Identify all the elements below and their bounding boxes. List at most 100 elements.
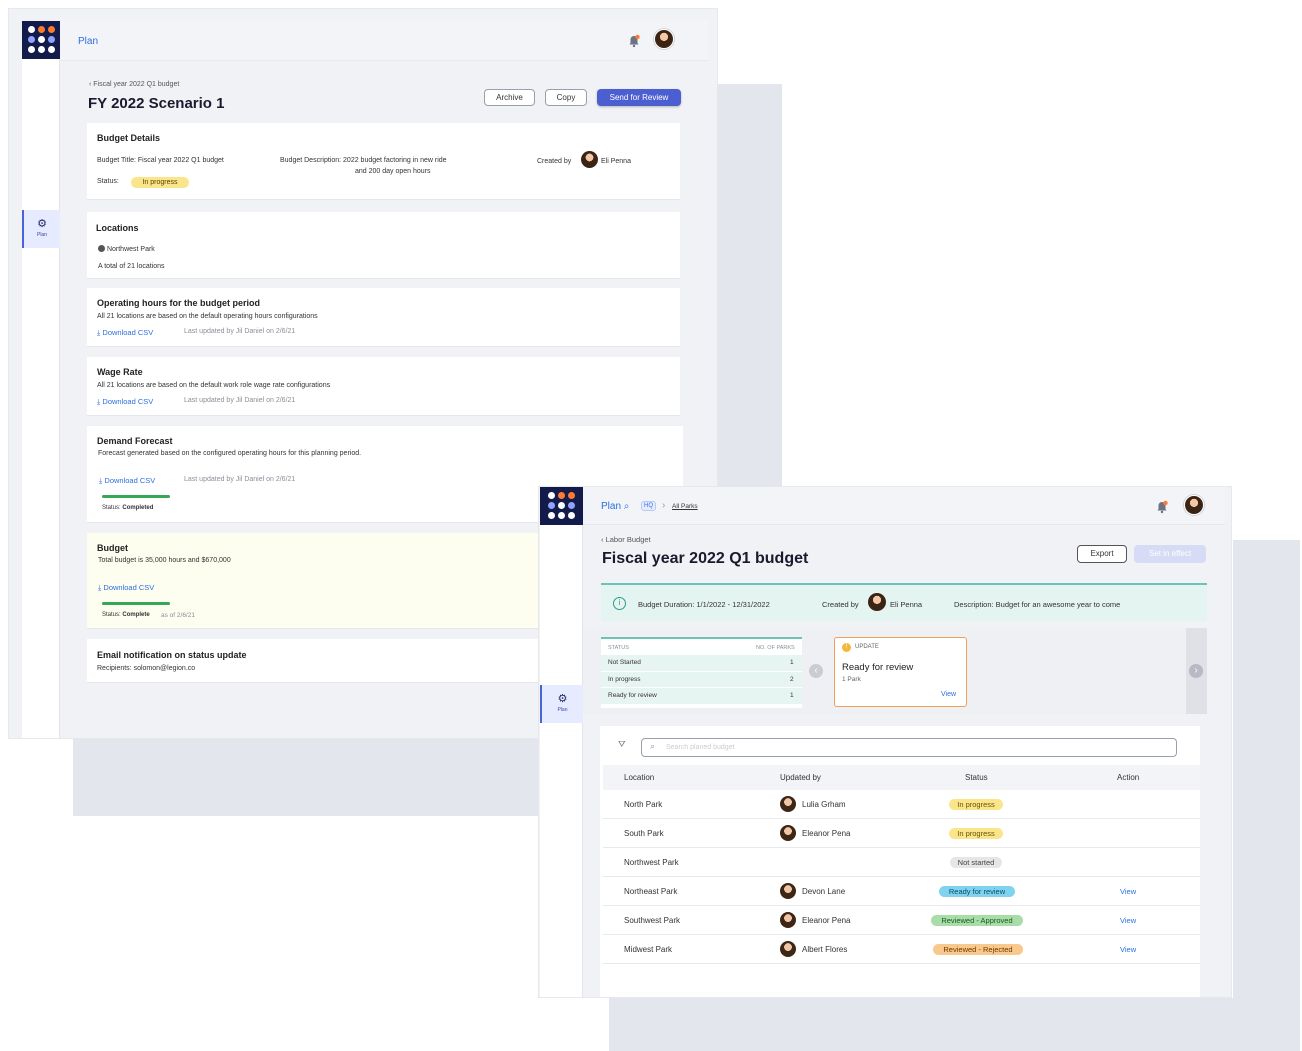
- col-action: Action: [1117, 773, 1140, 782]
- filter-icon[interactable]: ⛛: [618, 739, 626, 750]
- status-row: In progress 2: [601, 671, 802, 687]
- progress-bar: [102, 602, 170, 605]
- copy-button[interactable]: Copy: [545, 89, 587, 106]
- nav-plan-link[interactable]: Plan ⌕: [601, 501, 629, 512]
- labor-budget-window: Plan ⌕ HQ › All Parks ⚙ Plan ‹ Labor Bud…: [538, 486, 1232, 998]
- table-row[interactable]: Northeast Park Devon Lane Ready for revi…: [603, 877, 1200, 906]
- user-avatar[interactable]: [1184, 495, 1204, 515]
- update-card[interactable]: ! UPDATE Ready for review 1 Park View: [834, 637, 967, 707]
- send-for-review-button[interactable]: Send for Review: [597, 89, 681, 106]
- status-badge: Reviewed - Approved: [931, 915, 1023, 926]
- export-button[interactable]: Export: [1077, 545, 1127, 563]
- chevron-right-icon: ›: [662, 500, 666, 511]
- budget-description: Description: Budget for an awesome year …: [954, 600, 1121, 609]
- status-badge: Reviewed - Rejected: [933, 944, 1023, 955]
- updated-by-cell: Eleanor Pena: [802, 916, 851, 925]
- page-title: Fiscal year 2022 Q1 budget: [602, 550, 809, 567]
- table-row[interactable]: South Park Eleanor Pena In progress: [603, 819, 1200, 848]
- card-title: Wage Rate: [97, 367, 143, 377]
- table-row[interactable]: Northwest Park Not started: [603, 848, 1200, 877]
- status-row: Not Started 1: [601, 655, 802, 671]
- carousel-next-icon[interactable]: ›: [1189, 664, 1203, 678]
- wage-rate-card: Wage Rate All 21 locations are based on …: [87, 357, 680, 416]
- update-sub: 1 Park: [842, 676, 861, 683]
- all-parks-link[interactable]: All Parks: [672, 503, 698, 510]
- budget-title-text: Budget Title: Fiscal year 2022 Q1 budget: [97, 157, 224, 164]
- download-csv-link[interactable]: ⤓ Download CSV: [97, 328, 153, 338]
- status-badge: In progress: [949, 828, 1003, 839]
- side-nav-plan-label: Plan: [557, 707, 568, 713]
- table-row[interactable]: Midwest Park Albert Flores Reviewed - Re…: [603, 935, 1200, 964]
- status-badge: In progress: [131, 177, 189, 188]
- download-csv-link[interactable]: ⤓ Download CSV: [99, 476, 155, 486]
- avatar: [780, 883, 796, 899]
- location-item: Northwest Park: [98, 245, 155, 253]
- background-panel: [609, 998, 1300, 1051]
- status-badge: In progress: [949, 799, 1003, 810]
- creator-name: Eli Penna: [890, 600, 923, 609]
- plan-icon: ⚙: [37, 218, 47, 230]
- budget-duration: Budget Duration: 1/1/2022 - 12/31/2022: [638, 600, 770, 609]
- view-link[interactable]: View: [1120, 945, 1136, 954]
- location-cell: Southwest Park: [624, 916, 681, 925]
- app-logo[interactable]: [22, 21, 60, 59]
- col-updated-by: Updated by: [780, 773, 821, 782]
- hq-badge[interactable]: HQ: [641, 501, 656, 511]
- nav-plan-link[interactable]: Plan: [78, 36, 98, 47]
- search-input[interactable]: ⌕ Search planed budget: [641, 738, 1177, 757]
- warning-icon: !: [842, 643, 851, 652]
- download-csv-link[interactable]: ⤓ Download CSV: [97, 397, 153, 407]
- location-total: A total of 21 locations: [98, 263, 165, 270]
- card-title: Locations: [96, 223, 139, 233]
- status-summary-table: STATUS NO. OF PARKS Not Started 1 In pro…: [601, 637, 802, 708]
- updated-by-cell: Albert Flores: [802, 945, 848, 954]
- updated-by-cell: Devon Lane: [802, 887, 846, 896]
- page-title: FY 2022 Scenario 1: [88, 95, 225, 112]
- avatar: [780, 912, 796, 928]
- updated-by-cell: Eleanor Pena: [802, 829, 851, 838]
- status-badge: Not started: [950, 857, 1002, 868]
- status-badge: Ready for review: [939, 886, 1015, 897]
- notification-bell-icon[interactable]: [627, 34, 641, 48]
- breadcrumb[interactable]: ‹ Fiscal year 2022 Q1 budget: [89, 81, 179, 88]
- side-nav-plan-label: Plan: [36, 232, 47, 238]
- background-panel: [73, 739, 539, 816]
- user-avatar[interactable]: [654, 29, 674, 49]
- carousel-prev-icon[interactable]: ‹: [809, 664, 823, 678]
- plan-icon: ⚙: [557, 693, 568, 705]
- last-updated-text: Last updated by Jil Daniel on 2/6/21: [184, 476, 296, 483]
- created-by-label: Created by: [537, 158, 572, 165]
- budget-info-banner: i Budget Duration: 1/1/2022 - 12/31/2022…: [601, 583, 1207, 621]
- side-nav-plan[interactable]: ⚙ Plan: [540, 685, 583, 723]
- card-description: All 21 locations are based on the defaul…: [97, 313, 318, 320]
- recipients-text: Recipients: solomon@legion.co: [97, 665, 196, 672]
- col-status: Status: [965, 773, 988, 782]
- location-cell: South Park: [624, 829, 664, 838]
- card-title: Budget Details: [97, 133, 161, 143]
- notification-bell-icon[interactable]: [1155, 500, 1169, 514]
- background-panel: [718, 84, 782, 486]
- location-pin-icon: [98, 245, 105, 252]
- set-in-effect-button[interactable]: Set in effect: [1134, 545, 1206, 563]
- locations-card: Locations Northwest Park A total of 21 l…: [87, 212, 680, 279]
- download-csv-link[interactable]: ⤓ Download CSV: [98, 583, 154, 593]
- status-label: Status:: [97, 178, 119, 185]
- creator-avatar: [581, 151, 598, 168]
- archive-button[interactable]: Archive: [484, 89, 535, 106]
- table-header: Location Updated by Status Action: [603, 765, 1200, 790]
- update-view-link[interactable]: View: [941, 691, 956, 698]
- avatar: [780, 941, 796, 957]
- side-nav-plan[interactable]: ⚙ Plan: [22, 210, 60, 248]
- table-row[interactable]: Southwest Park Eleanor Pena Reviewed - A…: [603, 906, 1200, 935]
- card-title: Demand Forecast: [97, 436, 173, 446]
- table-row[interactable]: North Park Lulia Grham In progress: [603, 790, 1200, 819]
- info-icon: i: [613, 597, 626, 610]
- breadcrumb[interactable]: ‹ Labor Budget: [601, 535, 651, 544]
- update-title: Ready for review: [842, 662, 914, 673]
- status-line: Status: Complete: [102, 612, 150, 618]
- location-cell: Midwest Park: [624, 945, 673, 954]
- app-logo[interactable]: [540, 487, 583, 525]
- search-icon[interactable]: ⌕: [624, 501, 630, 512]
- view-link[interactable]: View: [1120, 887, 1136, 896]
- view-link[interactable]: View: [1120, 916, 1136, 925]
